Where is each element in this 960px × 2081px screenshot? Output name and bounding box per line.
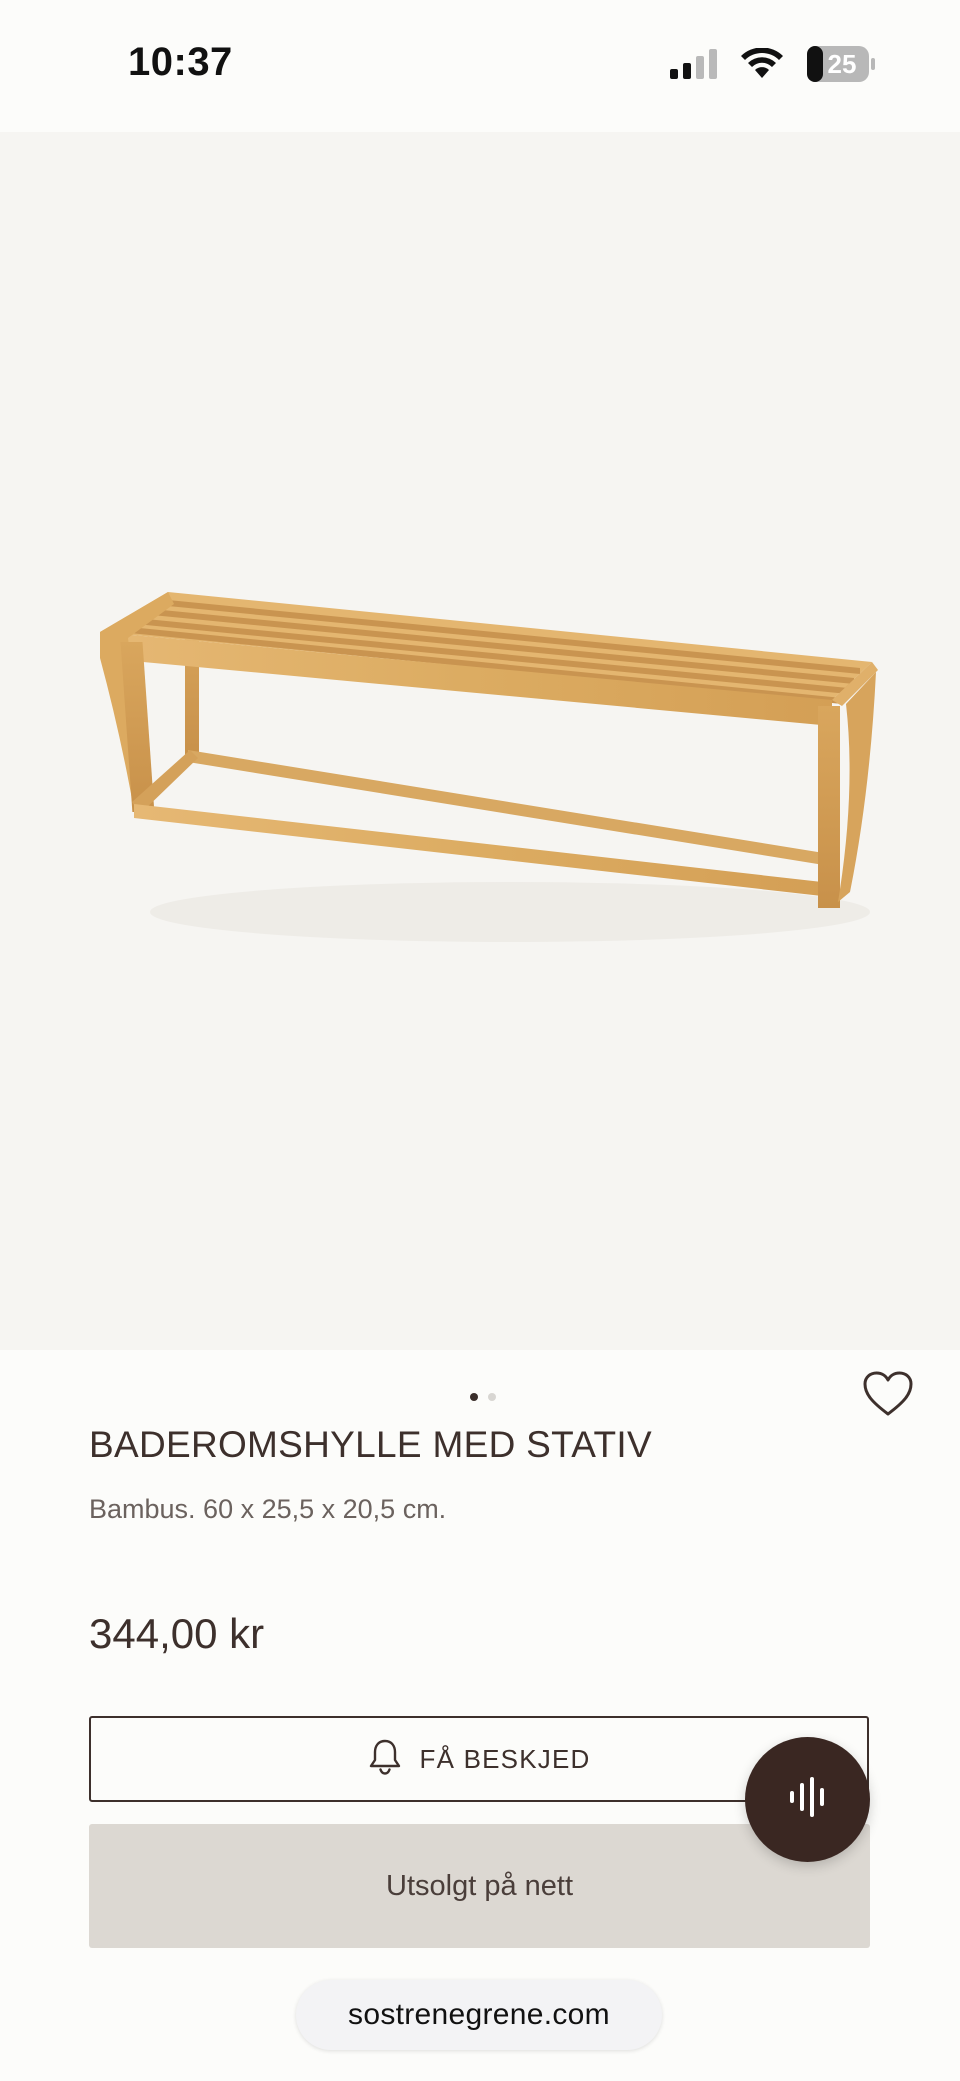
product-gallery[interactable] [0, 132, 960, 1350]
product-page: 10:37 25 BADEROMSHYLLE MED STATIV Bambus… [0, 0, 960, 2081]
product-description: Bambus. 60 x 25,5 x 20,5 cm. [89, 1494, 447, 1524]
notify-me-label: FÅ BESKJED [419, 1743, 591, 1774]
voice-waveform-icon [788, 1776, 828, 1823]
product-price: 344,00 kr [89, 1610, 265, 1657]
signal-icon [670, 49, 718, 79]
status-icons: 25 [670, 44, 876, 84]
status-time: 10:37 [128, 40, 233, 84]
product-image [100, 592, 878, 942]
battery-icon: 25 [806, 45, 876, 83]
carousel-dot-2[interactable] [488, 1393, 496, 1401]
carousel-dot-1[interactable] [470, 1393, 478, 1401]
browser-url: sostrenegrene.com [348, 1998, 610, 2031]
bell-icon [368, 1738, 402, 1781]
browser-address-bar[interactable]: sostrenegrene.com [296, 1980, 662, 2050]
voice-assistant-button[interactable] [745, 1737, 870, 1862]
sold-out-online-button: Utsolgt på nett [89, 1824, 870, 1948]
wifi-icon [740, 48, 784, 80]
carousel-dots[interactable] [470, 1393, 496, 1401]
product-title: BADEROMSHYLLE MED STATIV [89, 1424, 652, 1465]
status-bar: 10:37 25 [0, 0, 960, 132]
heart-icon[interactable] [862, 1370, 914, 1418]
battery-level: 25 [827, 49, 857, 79]
sold-out-label: Utsolgt på nett [386, 1869, 573, 1902]
